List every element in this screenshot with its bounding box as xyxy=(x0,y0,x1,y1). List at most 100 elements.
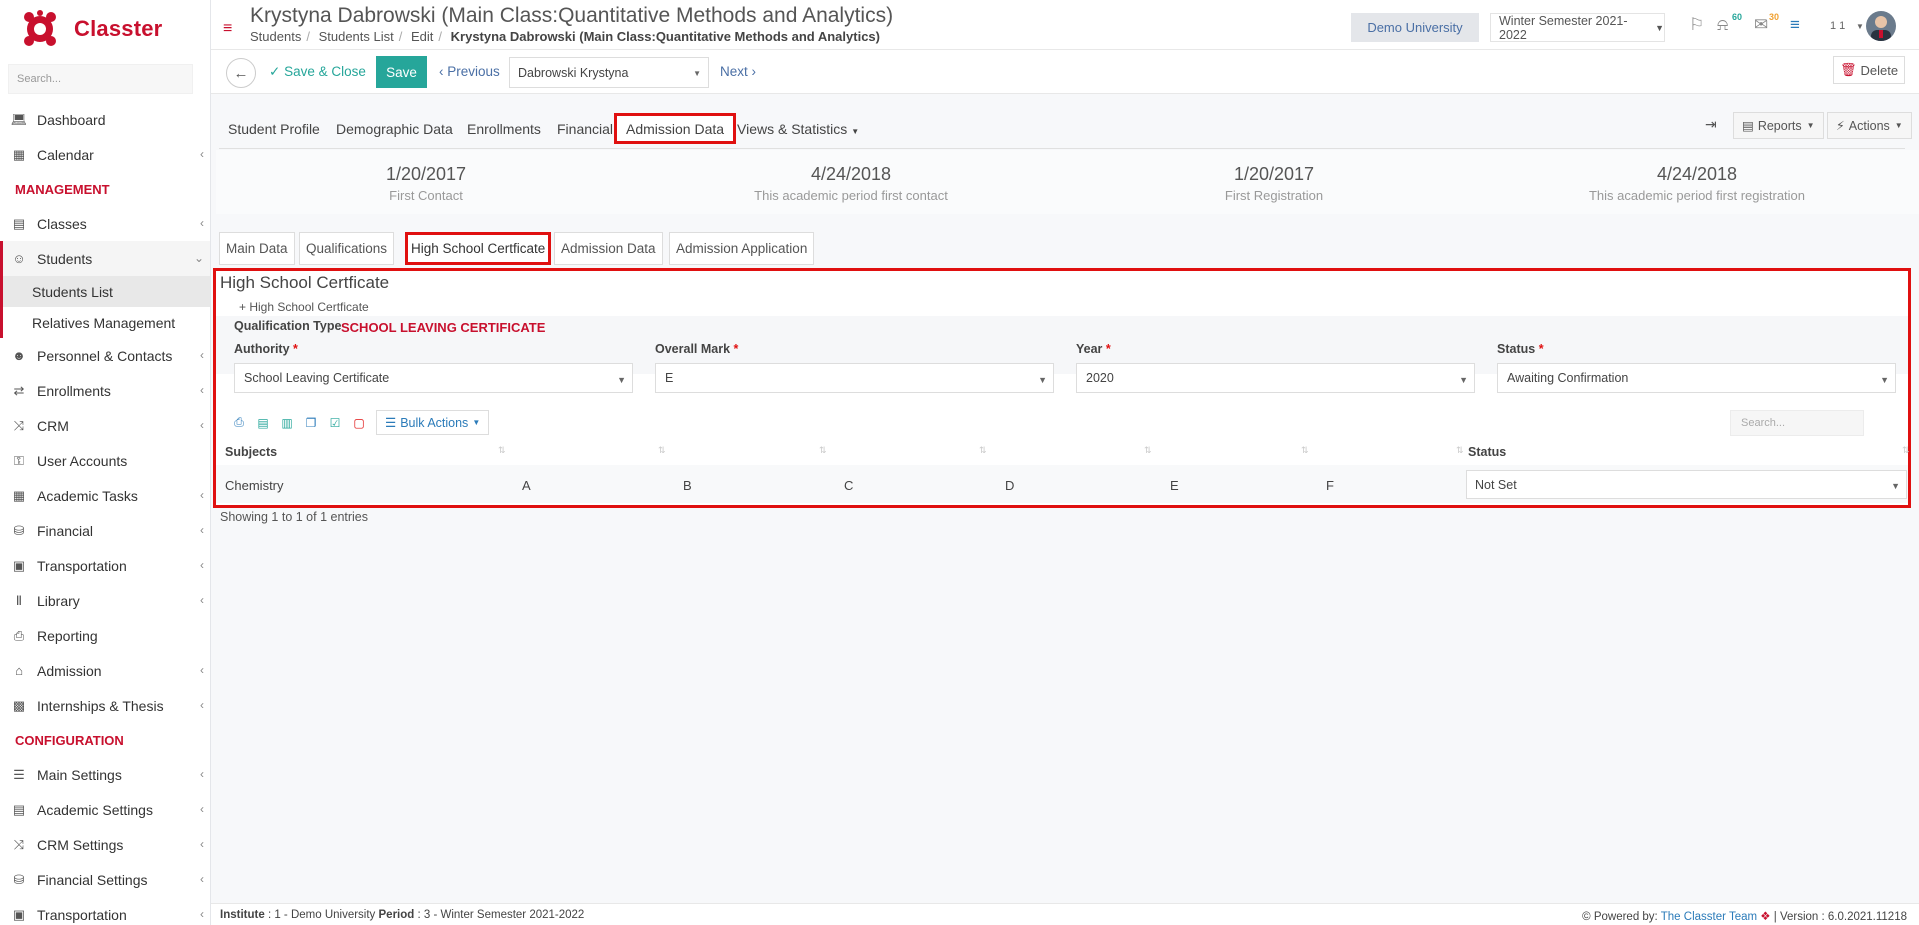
sort-icon[interactable]: ⇅ xyxy=(1144,445,1152,456)
column-header-subjects[interactable]: Subjects xyxy=(225,445,277,459)
tab-views-statistics[interactable]: Views & Statistics ▼ xyxy=(737,121,859,137)
chevron-left-icon: ‹ xyxy=(200,488,204,502)
subtab-high-school-certificate[interactable]: High School Certficate xyxy=(405,232,552,265)
sidebar-item-classes[interactable]: ▤ Classes ‹ xyxy=(0,206,210,241)
excel-icon[interactable]: ▤ xyxy=(252,412,274,434)
trash-icon: 🗑︎ xyxy=(1839,62,1857,77)
save-close-button[interactable]: ✓ Save & Close xyxy=(269,64,366,80)
year-select[interactable]: 2020 ▼ xyxy=(1076,363,1475,393)
tab-enrollments[interactable]: Enrollments xyxy=(467,121,541,137)
breadcrumb-current: Krystyna Dabrowski (Main Class:Quantitat… xyxy=(450,29,880,44)
sidebar-item-label: CRM xyxy=(37,417,69,434)
back-button[interactable]: ← xyxy=(226,58,256,88)
student-select[interactable]: Dabrowski Krystyna ▼ xyxy=(509,57,709,88)
classter-team-link[interactable]: The Classter Team xyxy=(1661,911,1757,923)
sort-icon[interactable]: ⇅ xyxy=(1301,445,1309,456)
status-label: Status * xyxy=(1497,342,1544,356)
cell-grade-e[interactable]: E xyxy=(1170,478,1179,493)
sort-icon[interactable]: ⇅ xyxy=(498,445,506,456)
user-counter[interactable]: 1 1 xyxy=(1830,20,1845,32)
previous-button[interactable]: ‹ Previous xyxy=(439,64,500,79)
sidebar-item-admission[interactable]: ⌂ Admission ‹ xyxy=(0,653,210,688)
stat-first-registration: 1/20/2017 First Registration xyxy=(1064,164,1484,203)
sidebar-item-students[interactable]: ☺ Students ⌄ xyxy=(0,241,210,276)
sidebar-item-academic-settings[interactable]: ▤ Academic Settings ‹ xyxy=(0,792,210,827)
sidebar-search-input[interactable]: Search... xyxy=(8,64,193,94)
brand-logo[interactable]: Classter xyxy=(0,0,210,58)
flag-icon[interactable]: ⚐ xyxy=(1689,15,1704,35)
sidebar-item-personnel[interactable]: ☻ Personnel & Contacts ‹ xyxy=(0,338,210,373)
tab-student-profile[interactable]: Student Profile xyxy=(228,121,320,137)
tab-admission-data[interactable]: Admission Data xyxy=(614,113,737,144)
sort-icon[interactable]: ⇅ xyxy=(819,445,827,456)
row-status-select[interactable]: Not Set ▼ xyxy=(1466,470,1907,499)
sidebar-subitem-students-list[interactable]: Students List xyxy=(3,276,210,307)
edit-toolbar: ← ✓ Save & Close Save ‹ Previous Dabrows… xyxy=(211,50,1919,94)
sidebar-item-enrollments[interactable]: ⇄ Enrollments ‹ xyxy=(0,373,210,408)
bulk-actions-button[interactable]: ☰ Bulk Actions ▼ xyxy=(376,410,490,435)
sidebar-item-financial[interactable]: ⛁ Financial ‹ xyxy=(0,513,210,548)
breadcrumb-students-list[interactable]: Students List xyxy=(319,29,394,44)
sign-in-icon[interactable]: ⇥ xyxy=(1705,116,1717,133)
copy-icon[interactable]: ❐ xyxy=(300,412,322,434)
caret-down-icon: ▼ xyxy=(1856,22,1864,31)
cell-grade-b[interactable]: B xyxy=(683,478,692,493)
save-button[interactable]: Save xyxy=(376,56,427,88)
authority-select[interactable]: School Leaving Certificate ▼ xyxy=(234,363,633,393)
sidebar-item-transportation-settings[interactable]: ▣ Transportation ‹ xyxy=(0,897,210,925)
semester-select[interactable]: Winter Semester 2021-2022 ▼ xyxy=(1490,13,1665,42)
cell-grade-c[interactable]: C xyxy=(844,478,853,493)
cell-grade-d[interactable]: D xyxy=(1005,478,1014,493)
sort-icon[interactable]: ⇅ xyxy=(658,445,666,456)
breadcrumb-edit[interactable]: Edit xyxy=(411,29,433,44)
tab-financial[interactable]: Financial xyxy=(557,121,613,137)
avatar[interactable] xyxy=(1866,11,1896,41)
reports-button[interactable]: ▤ Reports ▼ xyxy=(1733,112,1824,139)
print-icon[interactable]: ⎙ xyxy=(228,412,250,434)
stat-first-contact: 1/20/2017 First Contact xyxy=(216,164,636,203)
sidebar-item-internships[interactable]: ▩ Internships & Thesis ‹ xyxy=(0,688,210,723)
sort-icon[interactable]: ⇅ xyxy=(1456,445,1464,456)
add-certificate-link[interactable]: + High School Certficate xyxy=(239,300,369,314)
status-select[interactable]: Awaiting Confirmation ▼ xyxy=(1497,363,1896,393)
subtab-admission-application[interactable]: Admission Application xyxy=(669,232,815,265)
sidebar-item-library[interactable]: Ⅱ Library ‹ xyxy=(0,583,210,618)
sidebar-subitem-relatives[interactable]: Relatives Management xyxy=(3,307,210,338)
cell-grade-a[interactable]: A xyxy=(522,478,531,493)
table-search-input[interactable]: Search... xyxy=(1730,410,1864,436)
layers-icon[interactable]: ≡ xyxy=(1790,15,1800,35)
overall-mark-select[interactable]: E ▼ xyxy=(655,363,1054,393)
delete-button[interactable]: 🗑︎ Delete xyxy=(1833,56,1905,84)
uncheck-square-icon[interactable]: ▢ xyxy=(348,412,370,434)
sidebar-item-financial-settings[interactable]: ⛁ Financial Settings ‹ xyxy=(0,862,210,897)
sidebar-item-transportation[interactable]: ▣ Transportation ‹ xyxy=(0,548,210,583)
sort-icon[interactable]: ⇅ xyxy=(1902,445,1910,456)
sidebar-item-calendar[interactable]: ▦ Calendar ‹ xyxy=(0,137,210,172)
subtab-admission-data[interactable]: Admission Data xyxy=(554,232,663,265)
csv-icon[interactable]: ▥ xyxy=(276,412,298,434)
file-icon: ▤ xyxy=(1742,119,1754,133)
sidebar-item-dashboard[interactable]: 💻︎ Dashboard xyxy=(0,102,210,137)
cell-grade-f[interactable]: F xyxy=(1326,478,1334,493)
sort-icon[interactable]: ⇅ xyxy=(979,445,987,456)
bell-icon[interactable]: ⍾ xyxy=(1717,15,1728,35)
subtab-qualifications[interactable]: Qualifications xyxy=(299,232,395,265)
sidebar-item-crm-settings[interactable]: ⤨ CRM Settings ‹ xyxy=(0,827,210,862)
next-button[interactable]: Next › xyxy=(720,64,756,79)
university-button[interactable]: Demo University xyxy=(1351,13,1479,42)
sidebar-item-user-accounts[interactable]: ⚿ User Accounts xyxy=(0,443,210,478)
breadcrumb-students[interactable]: Students xyxy=(250,29,301,44)
actions-button[interactable]: ⚡︎ Actions ▼ xyxy=(1827,112,1912,139)
column-header-status[interactable]: Status xyxy=(1468,445,1506,459)
sidebar-item-label: User Accounts xyxy=(37,452,128,469)
stat-period-first-contact: 4/24/2018 This academic period first con… xyxy=(641,164,1061,203)
check-square-icon[interactable]: ☑ xyxy=(324,412,346,434)
sidebar-item-crm[interactable]: ⤨ CRM ‹ xyxy=(0,408,210,443)
sidebar-item-main-settings[interactable]: ☰ Main Settings ‹ xyxy=(0,757,210,792)
tab-demographic-data[interactable]: Demographic Data xyxy=(336,121,453,137)
sidebar-item-academic-tasks[interactable]: ▦ Academic Tasks ‹ xyxy=(0,478,210,513)
hamburger-menu-icon[interactable]: ≡ xyxy=(223,20,232,38)
subtab-main-data[interactable]: Main Data xyxy=(219,232,295,265)
sidebar-item-reporting[interactable]: ⎙ Reporting xyxy=(0,618,210,653)
footer-right: © Powered by: The Classter Team ❖ | Vers… xyxy=(1582,911,1907,923)
